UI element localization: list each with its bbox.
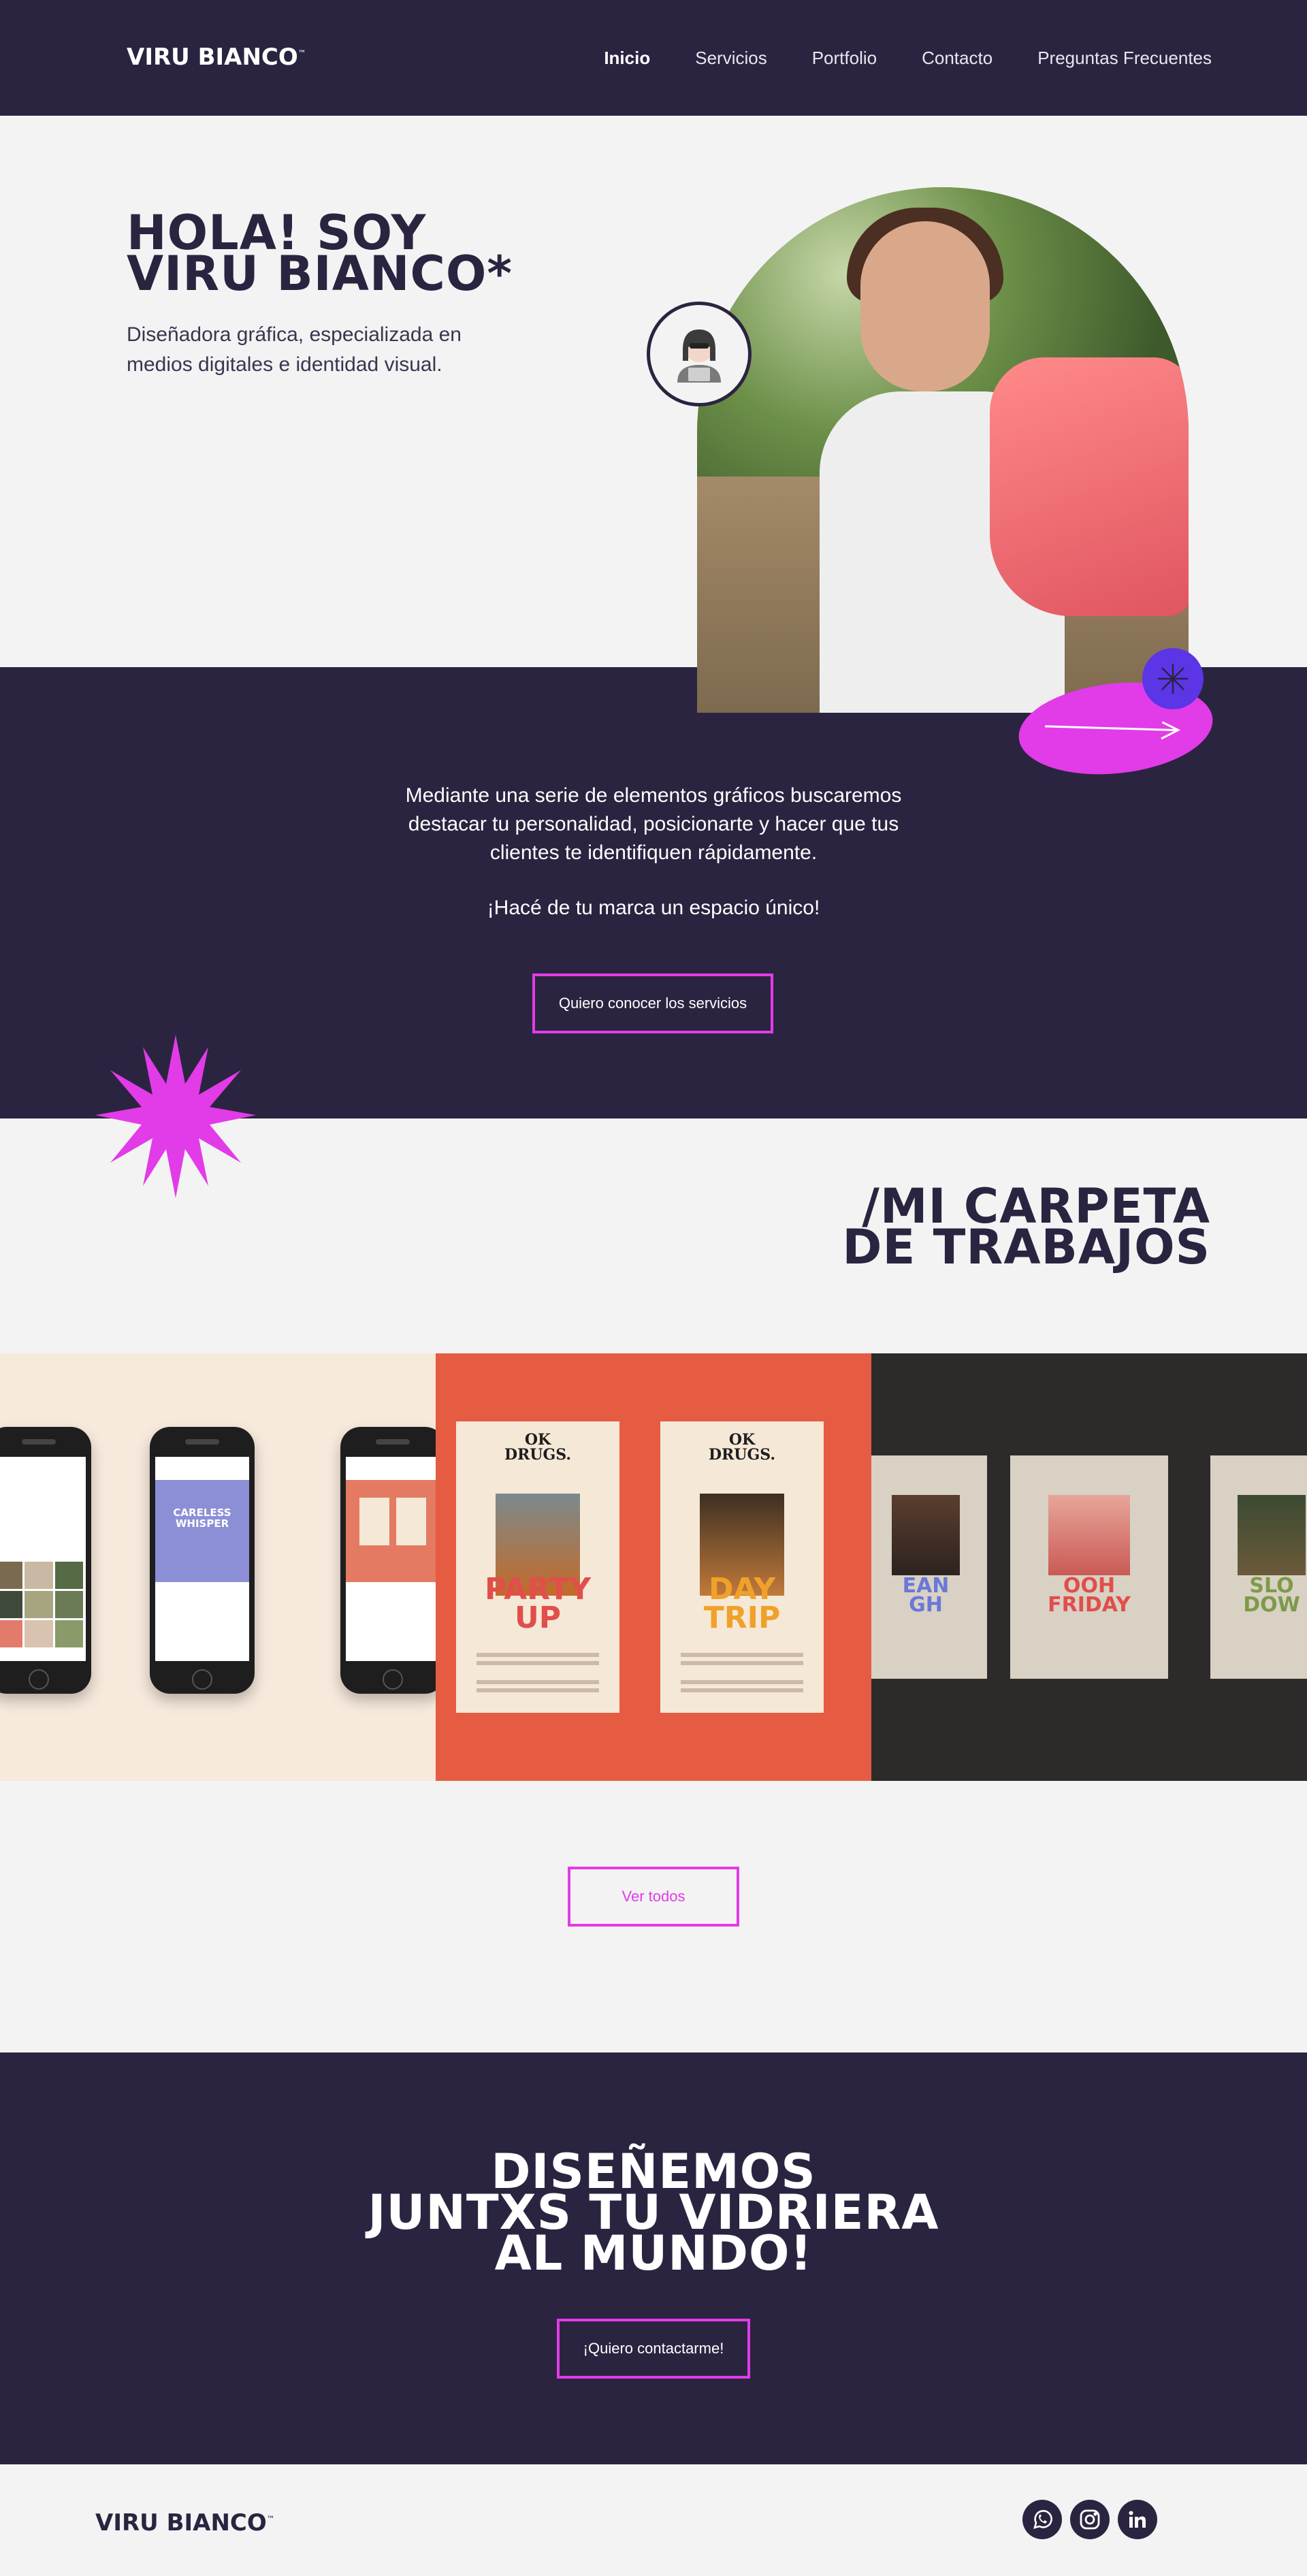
logo-text: VIRU BIANCO (127, 44, 298, 71)
nav-link-servicios[interactable]: Servicios (695, 48, 767, 69)
portfolio-title: /MI CARPETA DE TRABAJOS (842, 1182, 1210, 1275)
social-links (1022, 2500, 1157, 2539)
portfolio-carousel[interactable]: CARELESS WHISPER OK DRUGS. PARTY UP OK DRUG… (0, 1353, 1307, 1781)
mini-poster-text: FRIDAY (1048, 1593, 1131, 1617)
mini-poster: OOH FRIDAY (1010, 1455, 1168, 1679)
poster-headline: UP (515, 1600, 561, 1635)
hero-subtitle: Diseñadora gráfica, especializada en med… (127, 323, 462, 376)
nav-link-portfolio[interactable]: Portfolio (812, 48, 877, 69)
phone-mockup (0, 1427, 91, 1694)
linkedin-icon[interactable] (1118, 2500, 1157, 2539)
logo-mark: ™ (297, 48, 306, 59)
portfolio-item-posters-wall[interactable]: EAN GH OOH FRIDAY SLO DOW (871, 1353, 1307, 1781)
portfolio-item-ok-drugs[interactable]: OK DRUGS. PARTY UP OK DRUGS. DAY TRIP (436, 1353, 871, 1781)
phone-mockup (340, 1427, 436, 1694)
footer-logo-text: VIRU BIANCO (95, 2509, 267, 2537)
intro-paragraph: Mediante una serie de elementos gráficos… (405, 784, 902, 864)
mini-poster: EAN GH (871, 1455, 987, 1679)
poster-brand: DRUGS. (504, 1446, 572, 1464)
avatar-icon (647, 302, 752, 406)
poster-brand: DRUGS. (708, 1446, 776, 1464)
instagram-icon[interactable] (1070, 2500, 1110, 2539)
phone-mockup: CARELESS WHISPER (150, 1427, 255, 1694)
services-button[interactable]: Quiero conocer los servicios (532, 973, 773, 1033)
poster-party-up: OK DRUGS. PARTY UP (456, 1421, 619, 1713)
mini-poster-text: GH (909, 1593, 943, 1617)
footer-logo-mark: ™ (266, 2514, 275, 2524)
contact-button[interactable]: ¡Quiero contactarme! (557, 2319, 750, 2379)
poster-day-trip: OK DRUGS. DAY TRIP (660, 1421, 824, 1713)
nav-link-contacto[interactable]: Contacto (922, 48, 993, 69)
hero-photo (697, 187, 1189, 713)
nav-link-inicio[interactable]: Inicio (604, 48, 650, 69)
phone-headline: CARELESS WHISPER (173, 1507, 231, 1530)
mini-poster-text: DOW (1243, 1593, 1300, 1617)
see-all-button[interactable]: Ver todos (568, 1867, 739, 1927)
cta-title: DISEÑEMOS JUNTXS TU VIDRIERA AL MUNDO! (0, 2148, 1307, 2281)
nav-links: Inicio Servicios Portfolio Contacto Preg… (604, 48, 1212, 69)
site-logo[interactable]: VIRU BIANCO™ (127, 44, 306, 71)
footer-logo[interactable]: VIRU BIANCO™ (95, 2509, 275, 2537)
nav-link-faq[interactable]: Preguntas Frecuentes (1037, 48, 1212, 69)
mini-poster: SLO DOW (1210, 1455, 1307, 1679)
top-nav: VIRU BIANCO™ Inicio Servicios Portfolio … (0, 0, 1307, 116)
starburst-icon (95, 1035, 256, 1198)
poster-headline: TRIP (703, 1600, 781, 1635)
hero-title-line2: VIRU BIANCO* (127, 246, 513, 302)
portfolio-title-line2: DE TRABAJOS (842, 1219, 1210, 1275)
cta-title-line3: AL MUNDO! (494, 2225, 813, 2281)
whatsapp-icon[interactable] (1022, 2500, 1062, 2539)
hero-title: HOLA! SOY VIRU BIANCO* (127, 209, 513, 302)
asterisk-badge-icon (1142, 648, 1204, 709)
portfolio-item-instagram[interactable]: CARELESS WHISPER (0, 1353, 436, 1781)
intro-tagline: ¡Hacé de tu marca un espacio único! (487, 897, 820, 919)
